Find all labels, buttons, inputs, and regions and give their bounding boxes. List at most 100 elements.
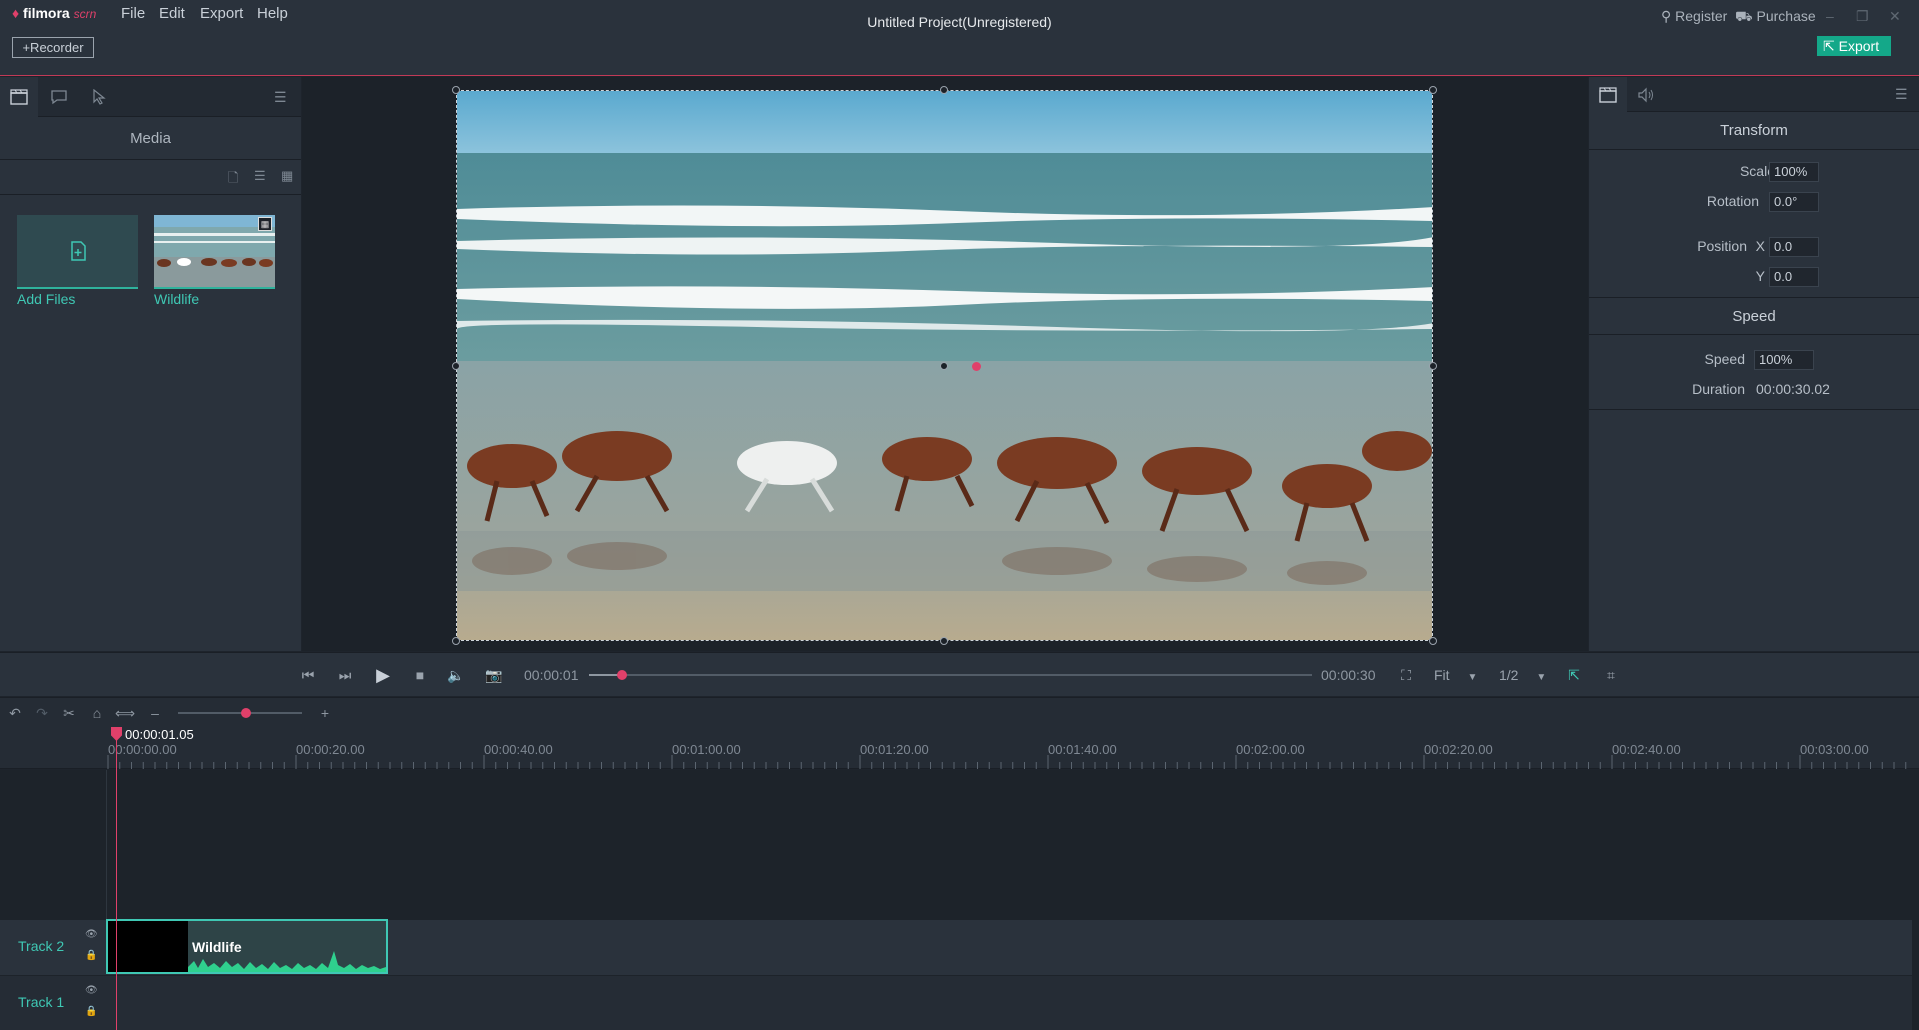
position-x-input[interactable]: 0.0 [1769, 237, 1819, 257]
snapshot-icon[interactable]: 📷 [482, 653, 506, 697]
register-link[interactable]: ⚲ Register [1661, 8, 1727, 25]
eye-icon[interactable]: 👁 [85, 929, 98, 940]
duration-label: Duration [1692, 381, 1745, 397]
resize-handle-b[interactable] [940, 637, 948, 645]
register-label: Register [1675, 8, 1728, 24]
position-y-input[interactable]: 0.0 [1769, 267, 1819, 287]
recorder-button[interactable]: +Recorder [12, 37, 94, 58]
resize-handle-tr[interactable] [1429, 86, 1437, 94]
media-title: Media [0, 117, 301, 160]
speed-input[interactable]: 100% [1754, 350, 1814, 370]
timeline-body [0, 770, 1919, 1030]
ruler-tick-label: 00:03:00.00 [1800, 742, 1869, 757]
close-icon[interactable]: ✕ [1889, 8, 1901, 25]
progress-track[interactable] [589, 670, 1312, 680]
resize-handle-r[interactable] [1429, 362, 1437, 370]
pin-icon[interactable]: ⇱ [1563, 653, 1585, 697]
position-label: Position [1697, 238, 1747, 254]
project-title: Untitled Project(Unregistered) [867, 14, 1052, 30]
zoom-select[interactable]: Fit ▼ [1434, 667, 1477, 683]
redo-icon[interactable]: ↷ [32, 698, 52, 728]
ruler-tick-label: 00:02:20.00 [1424, 742, 1493, 757]
timeline-clip[interactable]: Wildlife [106, 919, 388, 974]
tab-video-props[interactable] [1589, 77, 1627, 112]
timeline-ruler[interactable]: 00:00:00.00 00:00:20.00 00:00:40.00 00:01:0… [0, 727, 1919, 769]
ruler-tick-label: 00:00:00.00 [108, 742, 177, 757]
export-button[interactable]: ⇱ Export [1817, 36, 1891, 56]
eye-icon[interactable]: 👁 [85, 985, 98, 996]
cursor-icon [93, 89, 106, 105]
chevron-down-icon: ▼ [1536, 672, 1547, 683]
wildlife-thumbnail[interactable]: ▦ [154, 215, 275, 289]
zoom-in-icon[interactable]: + [318, 698, 332, 728]
divider [1589, 409, 1919, 410]
volume-icon[interactable]: 🔈 [444, 653, 468, 697]
purchase-link[interactable]: ⛟ Purchase [1735, 8, 1816, 27]
preview-area [302, 77, 1588, 651]
fit-timeline-icon[interactable]: ⟺ [113, 698, 137, 728]
speed-title: Speed [1589, 297, 1919, 335]
ruler-tick-label: 00:00:20.00 [296, 742, 365, 757]
clapper-icon [10, 89, 28, 105]
zoom-slider[interactable] [178, 708, 302, 718]
new-file-icon[interactable]: 🗋 [228, 169, 238, 191]
add-files-tile[interactable] [17, 215, 138, 289]
track-label: Track 1 [18, 994, 65, 1010]
rotation-label: Rotation [1706, 193, 1759, 209]
minimize-icon[interactable]: – [1826, 8, 1834, 24]
quality-select[interactable]: 1/2 ▼ [1499, 667, 1546, 683]
caption-icon [51, 90, 67, 105]
rotate-handle[interactable] [972, 362, 981, 371]
next-frame-icon[interactable]: ⏭ [333, 653, 357, 697]
key-icon: ⚲ [1661, 8, 1672, 24]
anchor-handle[interactable] [940, 362, 948, 370]
progress-knob[interactable] [616, 670, 627, 680]
panel-menu-icon[interactable]: ☰ [274, 89, 287, 106]
empty-area [0, 770, 106, 919]
ruler-tick-label: 00:02:40.00 [1612, 742, 1681, 757]
quality-value: 1/2 [1499, 667, 1519, 683]
resize-handle-bl[interactable] [452, 637, 460, 645]
speed-label: Speed [1704, 351, 1745, 367]
crop-icon[interactable]: ⌗ [1600, 653, 1622, 697]
ruler-tick-label: 00:02:00.00 [1236, 742, 1305, 757]
export-label: Export [1838, 38, 1880, 54]
play-icon[interactable]: ▶ [370, 653, 396, 697]
tab-captions[interactable] [40, 77, 78, 117]
resize-handle-t[interactable] [940, 86, 948, 94]
scissors-icon[interactable]: ✂ [59, 698, 79, 728]
maximize-icon[interactable]: ❐ [1856, 8, 1869, 25]
add-files-label: Add Files [17, 291, 76, 307]
zoom-out-icon[interactable]: – [148, 698, 162, 728]
cart-icon: ⛟ [1735, 8, 1753, 24]
stop-icon[interactable]: ■ [408, 653, 432, 697]
zoom-knob[interactable] [241, 708, 252, 718]
resize-handle-l[interactable] [452, 362, 460, 370]
playhead[interactable] [116, 727, 117, 1030]
lock-icon[interactable]: 🔒 [85, 950, 97, 961]
previous-frame-icon[interactable]: ⏮ [296, 653, 320, 697]
tab-audio-props[interactable] [1627, 77, 1665, 112]
transform-title: Transform [1589, 112, 1919, 150]
chevron-down-icon: ▼ [1467, 672, 1478, 683]
undo-icon[interactable]: ↶ [5, 698, 25, 728]
properties-tabs: ☰ [1589, 77, 1919, 112]
marker-icon[interactable]: ⌂ [87, 698, 107, 728]
fullscreen-icon[interactable]: ⛶ [1395, 653, 1417, 697]
lock-icon[interactable]: 🔒 [85, 1006, 97, 1017]
rotation-input[interactable]: 0.0° [1769, 192, 1819, 212]
panel-tabs: ☰ [0, 77, 301, 117]
tab-cursor[interactable] [80, 77, 118, 117]
scale-input[interactable]: 100% [1769, 162, 1819, 182]
resize-handle-br[interactable] [1429, 637, 1437, 645]
resize-handle-tl[interactable] [452, 86, 460, 94]
props-menu-icon[interactable]: ☰ [1895, 86, 1908, 103]
clapper-icon [1599, 86, 1617, 103]
tab-media[interactable] [0, 77, 38, 117]
y-label: Y [1755, 268, 1765, 284]
list-view-icon[interactable]: ☰ [254, 168, 266, 184]
total-time: 00:00:30 [1321, 667, 1376, 683]
ruler-tick-label: 00:01:00.00 [672, 742, 741, 757]
grid-view-icon[interactable]: ▦ [281, 168, 293, 184]
media-panel: ☰ Media 🗋 ☰ ▦ Add Files ▦ Wildlife [0, 77, 301, 651]
